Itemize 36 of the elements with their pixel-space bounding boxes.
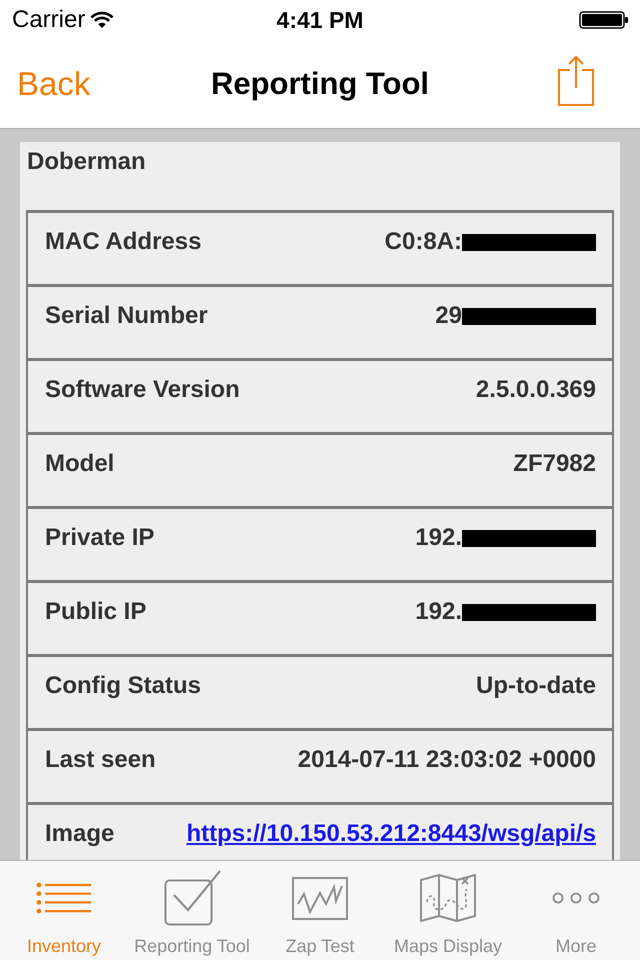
field-value: 192. [415,598,462,626]
field-label: Last seen [45,746,156,774]
field-label: Public IP [45,598,146,626]
wifi-icon [90,11,114,29]
list-icon [36,882,92,914]
back-link[interactable]: Back [17,65,90,103]
field-value: 29 [435,302,462,330]
field-label: Image [45,820,114,848]
share-icon[interactable] [557,54,595,106]
tab[interactable]: More [512,861,640,960]
field-label: MAC Address [45,228,202,256]
field-label: Software Version [45,376,240,404]
image-link[interactable]: https://10.150.53.212:8443/wsg/api/s [186,820,596,848]
field-label: Config Status [45,672,201,700]
field-value: 192. [415,524,462,552]
tab[interactable]: Inventory [0,861,128,960]
device-name: Doberman [26,148,147,176]
field-value: 2.5.0.0.369 [476,376,596,404]
field-value: ZF7982 [513,450,596,478]
field-label: Private IP [45,524,154,552]
tab[interactable]: Maps Display [384,861,512,960]
checkbox-icon [164,870,220,926]
field-label: Serial Number [45,302,208,330]
line-chart-icon [292,876,348,920]
carrier-name: Carrier [12,6,86,34]
tab[interactable]: Reporting Tool [128,861,256,960]
field-value: 2014-07-11 23:03:02 +0000 [298,746,596,774]
field-label: Model [45,450,114,478]
screen-title: Reporting Tool [210,66,430,102]
map-icon [420,874,476,922]
tab[interactable]: Zap Test [256,861,384,960]
clock-time: 4:41 PM [276,6,364,34]
field-value: C0:8A: [384,228,462,256]
more-icon [552,892,600,904]
field-value: Up-to-date [476,672,596,700]
battery-icon [579,11,629,29]
